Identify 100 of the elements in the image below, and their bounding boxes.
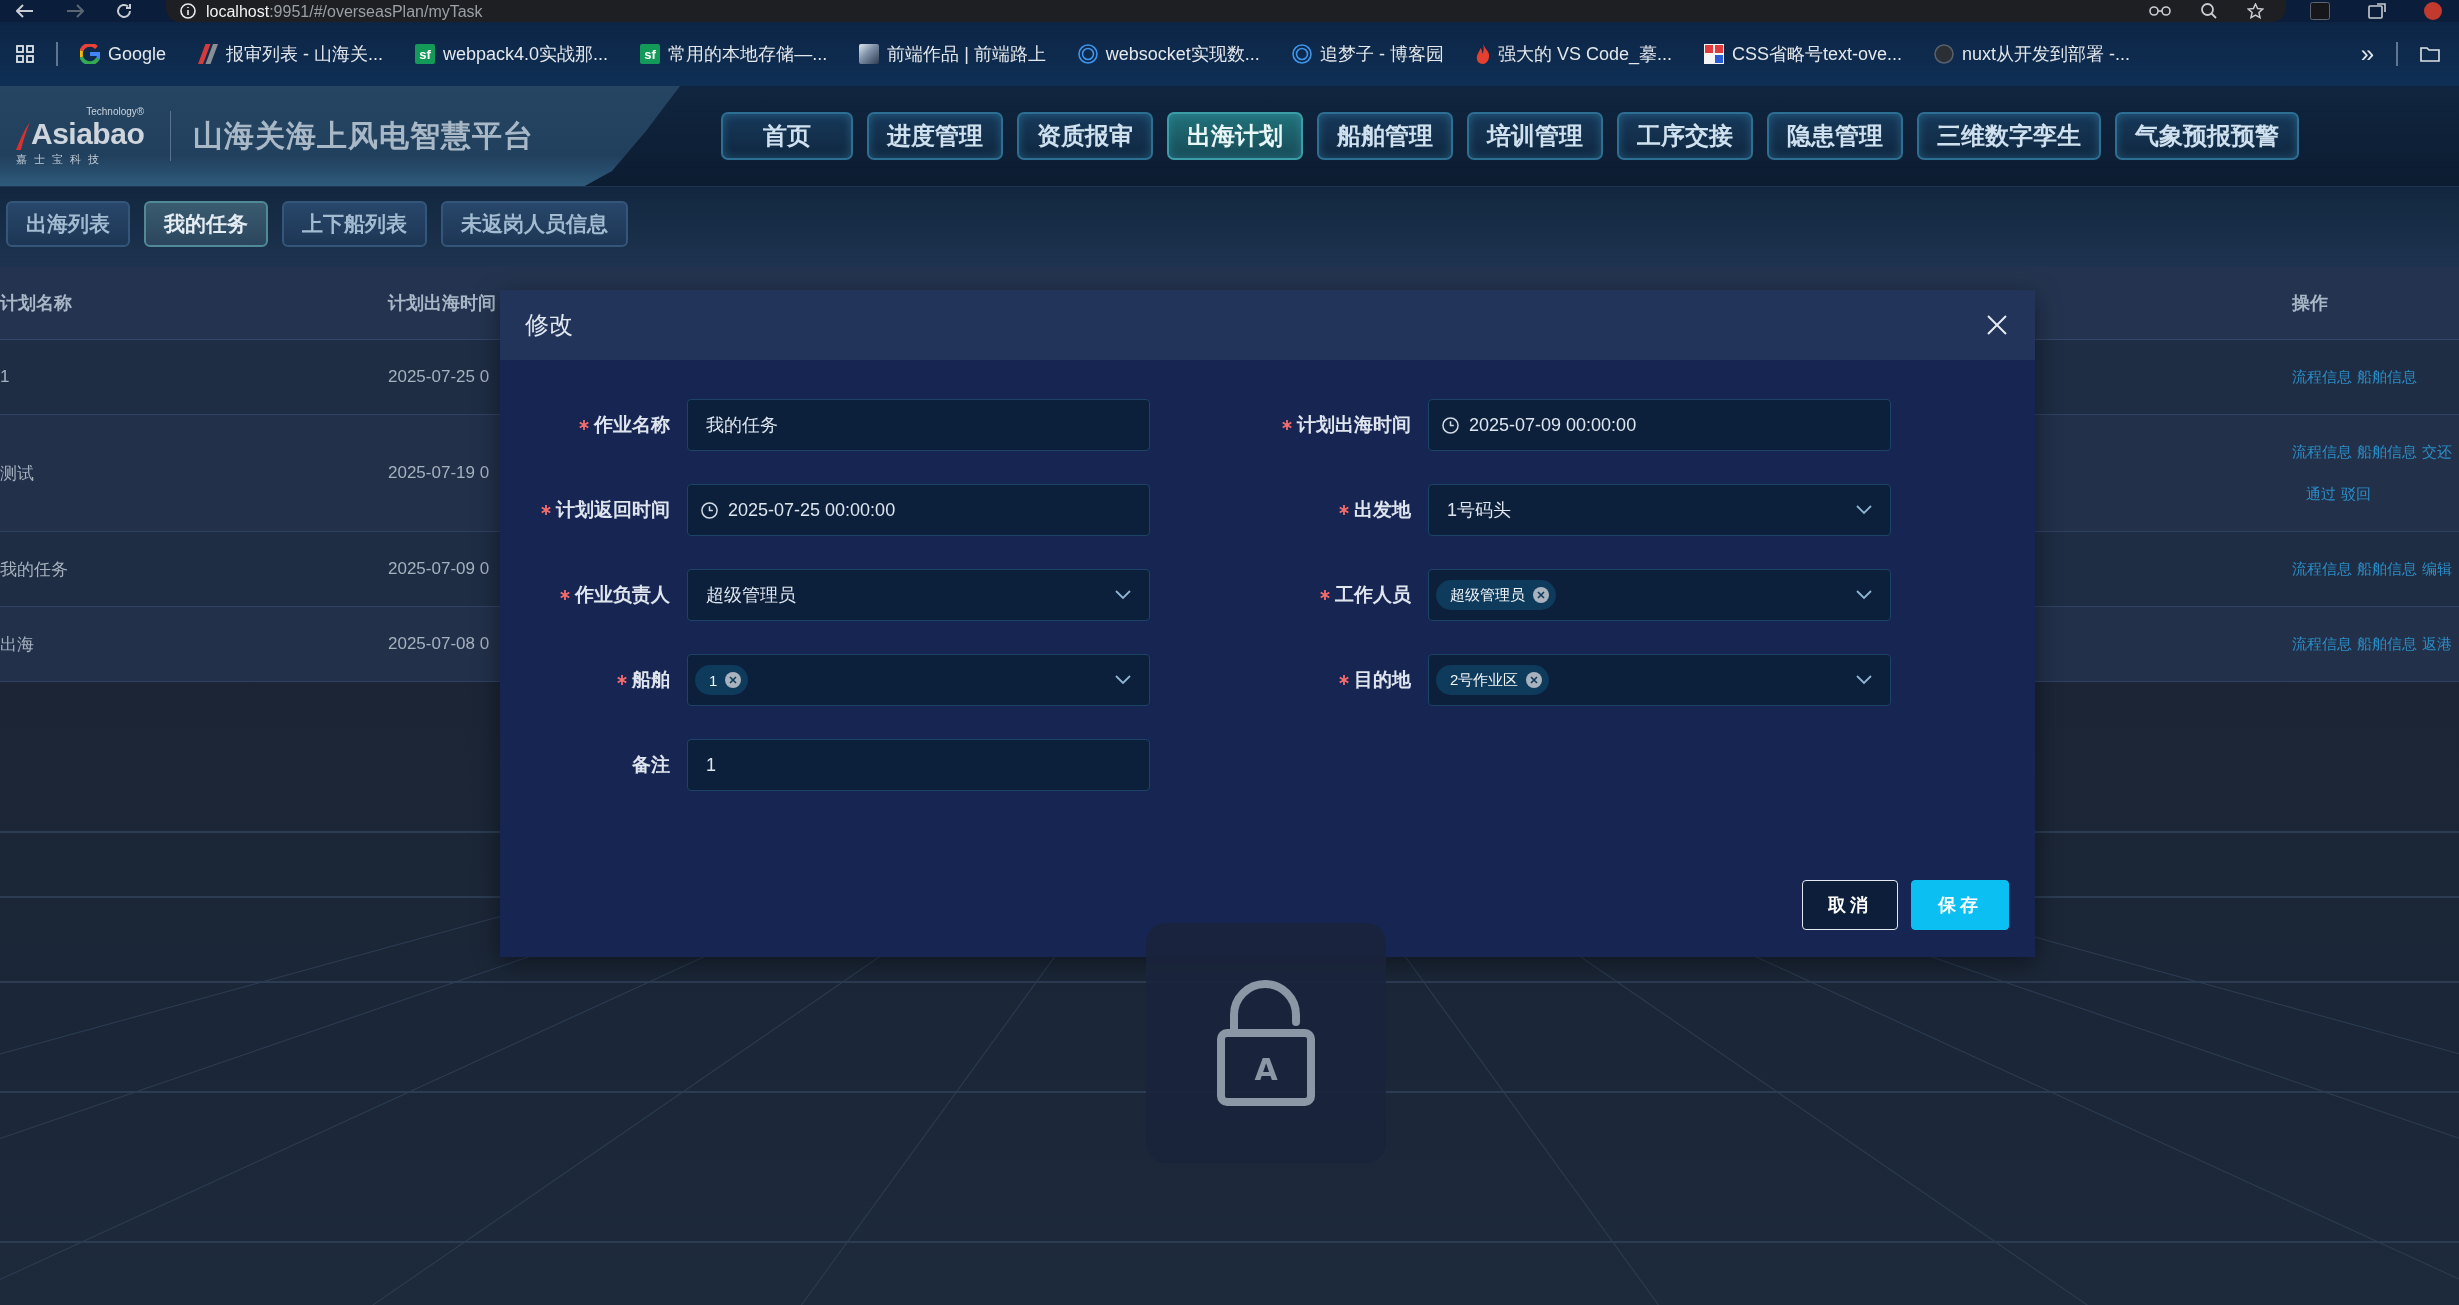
action-link[interactable]: 驳回: [2341, 484, 2371, 504]
tag-label: 超级管理员: [1450, 585, 1525, 605]
action-link[interactable]: 流程信息: [2292, 634, 2352, 654]
window-icon[interactable]: [2368, 3, 2386, 19]
bookmark[interactable]: 前端作品 | 前端路上: [859, 42, 1046, 66]
tag-chip[interactable]: 超级管理员: [1436, 580, 1556, 610]
nav-tab[interactable]: 工序交接: [1617, 112, 1753, 160]
select-field[interactable]: 超级管理员: [687, 569, 1150, 621]
field-label: 备注: [632, 753, 670, 777]
multi-select-field[interactable]: 1: [687, 654, 1150, 706]
bookmark[interactable]: Google: [80, 43, 167, 65]
tag-chip[interactable]: 2号作业区: [1436, 665, 1550, 695]
url-text: localhost:9951/#/overseasPlan/myTask: [206, 1, 484, 21]
plan-name-text: 1: [0, 367, 10, 387]
close-button[interactable]: [1985, 313, 2009, 337]
multi-select-field[interactable]: 2号作业区: [1428, 654, 1891, 706]
logo-tagline: Technology®: [86, 106, 145, 118]
sub-tab[interactable]: 未返岗人员信息: [441, 201, 628, 247]
sub-tab[interactable]: 上下船列表: [282, 201, 427, 247]
tag-chip[interactable]: 1: [695, 665, 749, 695]
action-link[interactable]: 船舶信息: [2357, 442, 2417, 462]
nav-tab[interactable]: 气象预报预警: [2115, 112, 2299, 160]
action-link[interactable]: 船舶信息: [2357, 559, 2417, 579]
star-icon[interactable]: [2247, 3, 2264, 19]
dialog-title: 修改: [525, 310, 573, 340]
field-label: 工作人员: [1335, 583, 1411, 607]
glasses-icon[interactable]: [2149, 5, 2171, 17]
nav-tab[interactable]: 隐患管理: [1767, 112, 1903, 160]
bookmark[interactable]: nuxt从开发到部署 -...: [1934, 42, 2130, 66]
square-blocks-icon: [1703, 44, 1724, 64]
bookmark[interactable]: websocket实现数...: [1077, 42, 1260, 66]
thumbnail-icon: [859, 44, 880, 64]
departure-time-text: 2025-07-08 0: [388, 634, 490, 654]
action-link[interactable]: 船舶信息: [2357, 367, 2417, 387]
concentric-ring-icon: [1077, 44, 1098, 64]
reload-icon[interactable]: [116, 3, 132, 19]
field-label: 计划出海时间: [1297, 413, 1411, 437]
apps-grid-icon[interactable]: [16, 45, 34, 63]
platform-title: 山海关海上风电智慧平台: [193, 117, 535, 154]
tag-label: 2号作业区: [1450, 670, 1519, 690]
nav-tab[interactable]: 出海计划: [1167, 112, 1303, 160]
action-link[interactable]: 流程信息: [2292, 442, 2352, 462]
bookmark[interactable]: sf 常用的本地存储—...: [640, 42, 828, 66]
multi-select-field[interactable]: 超级管理员: [1428, 569, 1891, 621]
plan-name-text: 出海: [0, 633, 34, 656]
nav-tab[interactable]: 培训管理: [1467, 112, 1603, 160]
plan-name-text: 测试: [0, 462, 34, 485]
date-input-field[interactable]: 2025-07-09 00:00:00: [1428, 399, 1891, 451]
concentric-ring-icon: [1291, 44, 1312, 64]
column-header: 计划名称: [0, 292, 72, 315]
close-icon: [1987, 315, 2007, 335]
nav-tab[interactable]: 三维数字孪生: [1917, 112, 2101, 160]
bookmark[interactable]: 强大的 VS Code_摹...: [1475, 42, 1672, 66]
chevron-down-icon: [1115, 590, 1131, 600]
sub-tab[interactable]: 我的任务: [144, 201, 268, 247]
date-input-field[interactable]: 2025-07-25 00:00:00: [687, 484, 1150, 536]
more-bookmarks-button[interactable]: »: [2360, 42, 2374, 66]
search-icon[interactable]: [2201, 3, 2217, 19]
field-label: 作业负责人: [575, 583, 670, 607]
tag-remove-icon[interactable]: [1526, 672, 1543, 688]
departure-time-text: 2025-07-19 0: [388, 463, 490, 483]
action-link[interactable]: 编辑: [2422, 559, 2452, 579]
nav-tab[interactable]: 进度管理: [867, 112, 1003, 160]
info-icon[interactable]: [180, 3, 196, 19]
action-link[interactable]: 船舶信息: [2357, 634, 2417, 654]
cancel-button[interactable]: 取消: [1802, 880, 1898, 930]
nav-tab[interactable]: 首页: [721, 112, 853, 160]
logo-wordmark: Asiabao: [31, 118, 145, 150]
nav-tab[interactable]: 船舶管理: [1317, 112, 1453, 160]
flame-icon: [1475, 44, 1490, 64]
action-link[interactable]: 流程信息: [2292, 559, 2352, 579]
square-tile-icon[interactable]: [2310, 2, 2330, 20]
bookmark[interactable]: 追梦子 - 博客园: [1291, 42, 1444, 66]
bookmark[interactable]: 报审列表 - 山海关...: [198, 42, 384, 66]
sub-tab[interactable]: 出海列表: [6, 201, 130, 247]
field-label: 目的地: [1354, 668, 1411, 692]
action-link[interactable]: 通过: [2306, 484, 2336, 504]
back-arrow-icon[interactable]: [16, 4, 34, 18]
plan-name-text: 我的任务: [0, 558, 68, 581]
clock-icon: [1442, 416, 1459, 434]
clock-icon: [701, 501, 718, 519]
select-field[interactable]: 1号码头: [1428, 484, 1891, 536]
nav-tab[interactable]: 资质报审: [1017, 112, 1153, 160]
circle-icon: [1934, 44, 1954, 64]
bookmark[interactable]: CSS省略号text-ove...: [1703, 42, 1902, 66]
action-link[interactable]: 交还: [2422, 442, 2452, 462]
action-link[interactable]: 流程信息: [2292, 367, 2352, 387]
folder-icon[interactable]: [2420, 46, 2440, 62]
tag-label: 1: [709, 671, 718, 689]
forward-arrow-icon[interactable]: [66, 4, 84, 18]
tag-remove-icon[interactable]: [725, 672, 742, 688]
letter-tile-icon: sf: [640, 44, 661, 64]
avatar-icon[interactable]: [2424, 2, 2442, 20]
text-input-field[interactable]: 我的任务: [687, 399, 1150, 451]
tag-remove-icon[interactable]: [1533, 587, 1549, 603]
address-bar[interactable]: localhost:9951/#/overseasPlan/myTask: [166, 0, 2286, 22]
text-input-field[interactable]: 1: [687, 739, 1150, 791]
action-link[interactable]: 返港: [2422, 634, 2452, 654]
bookmark[interactable]: sf webpack4.0实战那...: [415, 42, 609, 66]
field-label: 作业名称: [594, 413, 670, 437]
